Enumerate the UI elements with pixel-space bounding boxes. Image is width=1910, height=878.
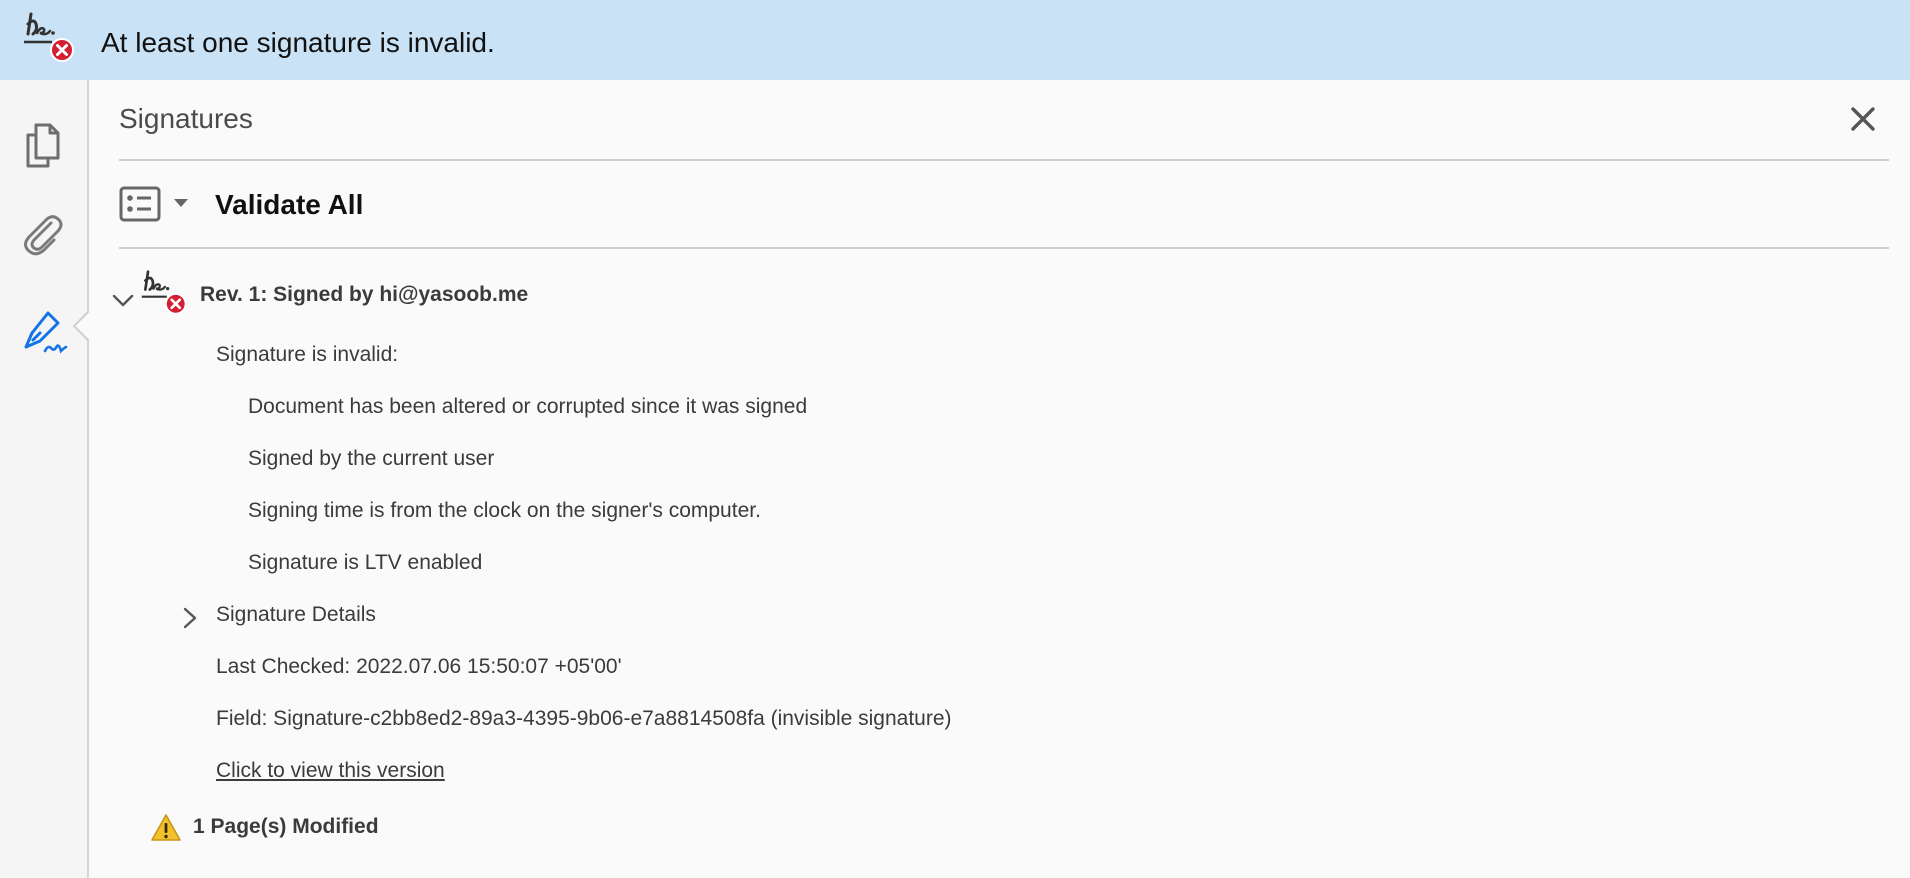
panel-title: Signatures xyxy=(119,103,253,134)
signature-details-toggle[interactable]: Signature Details xyxy=(216,602,376,628)
validation-reason: Signing time is from the clock on the si… xyxy=(248,499,761,522)
chevron-right-icon[interactable] xyxy=(179,606,201,630)
signature-status: Signature is invalid: xyxy=(216,343,399,366)
close-panel-button[interactable] xyxy=(1844,100,1882,138)
signature-pen-icon xyxy=(24,311,68,354)
header-divider xyxy=(119,159,1889,161)
navigation-rail xyxy=(0,80,89,878)
signatures-button[interactable] xyxy=(18,307,68,357)
last-checked: Last Checked: 2022.07.06 15:50:07 +05'00… xyxy=(216,655,622,678)
pages-modified-notice: 1 Page(s) Modified xyxy=(193,815,379,838)
page-thumbnails-button[interactable] xyxy=(18,120,68,170)
warning-icon xyxy=(151,814,181,841)
invalid-signature-icon xyxy=(141,270,187,315)
chevron-down-icon[interactable] xyxy=(172,196,190,210)
validation-reason: Signature is LTV enabled xyxy=(248,551,483,574)
active-panel-pointer xyxy=(72,311,89,341)
signature-field: Field: Signature-c2bb8ed2-89a3-4395-9b06… xyxy=(216,707,952,730)
toolbar-divider xyxy=(119,247,1889,249)
banner-message: At least one signature is invalid. xyxy=(101,27,495,58)
attachments-button[interactable] xyxy=(18,209,68,259)
invalid-signature-icon xyxy=(24,12,74,62)
validation-reason: Document has been altered or corrupted s… xyxy=(248,395,808,418)
close-icon xyxy=(1851,107,1875,131)
list-options-icon[interactable] xyxy=(119,186,161,222)
page-thumbnails-icon xyxy=(26,123,60,168)
signatures-panel: Signatures Validate All Rev. 1: Signed b… xyxy=(89,80,1910,878)
validation-reason: Signed by the current user xyxy=(248,447,495,470)
view-version-link[interactable]: Click to view this version xyxy=(216,758,445,784)
revision-title[interactable]: Rev. 1: Signed by hi@yasoob.me xyxy=(200,282,528,308)
collapse-chevron-icon[interactable] xyxy=(111,288,135,312)
paperclip-icon xyxy=(24,215,63,256)
validate-all-button[interactable]: Validate All xyxy=(215,188,363,222)
signature-status-banner: At least one signature is invalid. xyxy=(0,0,1910,80)
